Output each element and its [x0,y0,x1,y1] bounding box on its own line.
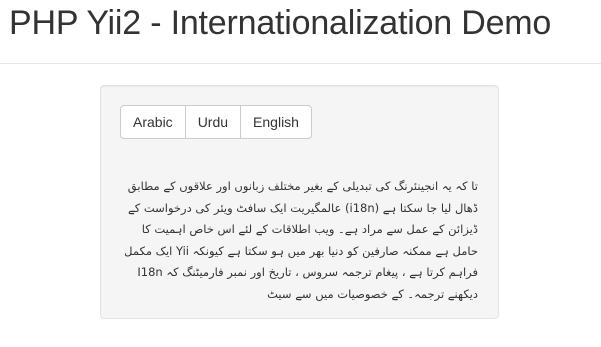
content-panel: Arabic Urdu English تا کہ یہ انجینئرنگ ک… [100,85,499,319]
page-header: PHP Yii2 - Internationalization Demo [0,0,601,64]
urdu-button[interactable]: Urdu [184,105,242,139]
page-title: PHP Yii2 - Internationalization Demo [9,4,552,42]
arabic-button[interactable]: Arabic [120,105,186,139]
english-button[interactable]: English [240,105,312,139]
page: PHP Yii2 - Internationalization Demo Ara… [0,0,601,347]
language-button-group: Arabic Urdu English [120,105,312,139]
i18n-description-text: تا کہ یہ انجینئرنگ کی تبدیلی کے بغیر مخت… [124,179,478,301]
